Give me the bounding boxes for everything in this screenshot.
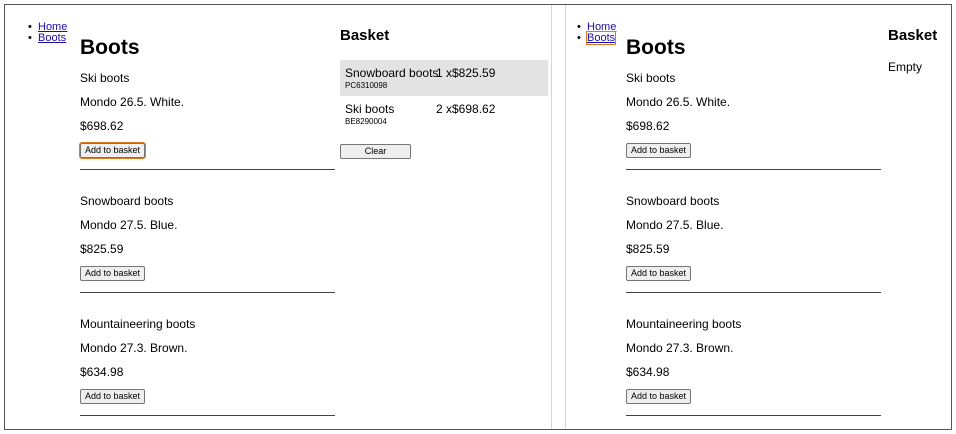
product-card: Ski boots Mondo 26.5. White. $698.62 Add… (78, 71, 335, 171)
product-name: Ski boots (80, 71, 130, 85)
product-price: $825.59 (626, 242, 670, 256)
product-divider (80, 292, 335, 293)
basket-item-name: Ski boots (345, 102, 395, 116)
product-divider (80, 415, 335, 416)
product-price: $634.98 (626, 365, 670, 379)
product-divider (626, 292, 881, 293)
product-divider (626, 169, 881, 170)
left-pane: Home Boots Boots Ski boots Mondo 26.5. W… (5, 5, 551, 429)
product-price: $698.62 (626, 119, 670, 133)
product-card: Mountaineering boots Mondo 27.3. Brown. … (626, 317, 881, 417)
nav-link-boots[interactable]: Boots (38, 32, 66, 44)
product-description: Mondo 27.3. Brown. (80, 341, 188, 355)
nav-link-boots[interactable]: Boots (585, 31, 617, 45)
nav-list: Home Boots (577, 22, 617, 45)
product-description: Mondo 26.5. White. (80, 95, 185, 109)
basket-item-sku: BE8290004 (345, 117, 387, 126)
product-name: Snowboard boots (626, 194, 720, 208)
product-price: $825.59 (80, 242, 124, 256)
product-divider (626, 415, 881, 416)
product-card: Mountaineering boots Mondo 27.3. Brown. … (80, 317, 335, 417)
product-description: Mondo 27.5. Blue. (626, 218, 724, 232)
product-card: Snowboard boots Mondo 27.5. Blue. $825.5… (626, 194, 881, 294)
basket-item-quantity: 1 x$825.59 (436, 66, 496, 80)
basket-item-name: Snowboard boots (345, 66, 439, 80)
clear-basket-button[interactable]: Clear (340, 144, 411, 159)
product-price: $698.62 (80, 119, 124, 133)
add-to-basket-button[interactable]: Add to basket (626, 266, 692, 281)
basket-item-quantity: 2 x$698.62 (436, 102, 496, 116)
product-card: Ski boots Mondo 26.5. White. $698.62 Add… (626, 71, 881, 171)
product-description: Mondo 27.3. Brown. (626, 341, 734, 355)
basket-empty-text: Empty (888, 60, 923, 74)
product-card: Snowboard boots Mondo 27.5. Blue. $825.5… (80, 194, 335, 294)
product-description: Mondo 27.5. Blue. (80, 218, 178, 232)
page-title: Boots (626, 36, 686, 59)
page-title: Boots (80, 36, 140, 59)
product-name: Snowboard boots (80, 194, 174, 208)
add-to-basket-button[interactable]: Add to basket (80, 266, 146, 281)
pane-divider (551, 5, 566, 429)
product-description: Mondo 26.5. White. (626, 95, 731, 109)
product-divider (80, 169, 335, 170)
add-to-basket-button[interactable]: Add to basket (626, 143, 692, 158)
nav-list: Home Boots (28, 22, 67, 45)
add-to-basket-button[interactable]: Add to basket (78, 142, 147, 159)
basket-item[interactable]: Ski boots 2 x$698.62 BE8290004 (340, 96, 548, 132)
nav-item-boots: Boots (28, 32, 67, 45)
add-to-basket-button[interactable]: Add to basket (80, 389, 146, 404)
right-pane: Home Boots Boots Ski boots Mondo 26.5. W… (566, 5, 952, 429)
product-name: Mountaineering boots (80, 317, 196, 331)
browser-frame: Home Boots Boots Ski boots Mondo 26.5. W… (4, 4, 952, 430)
nav-item-boots: Boots (577, 31, 617, 45)
basket-title: Basket (888, 27, 938, 44)
basket-item[interactable]: Snowboard boots 1 x$825.59 PC6310098 (340, 60, 548, 96)
product-price: $634.98 (80, 365, 124, 379)
add-to-basket-button[interactable]: Add to basket (626, 389, 692, 404)
basket-item-sku: PC6310098 (345, 81, 388, 90)
basket-title: Basket (340, 27, 390, 44)
product-name: Ski boots (626, 71, 676, 85)
product-name: Mountaineering boots (626, 317, 742, 331)
